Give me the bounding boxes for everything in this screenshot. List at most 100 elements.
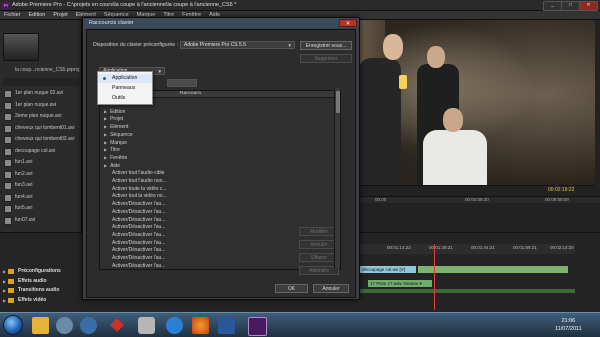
shortcut-list-item[interactable]: Activer/Désactiver l'au... <box>112 201 165 207</box>
popup-item-tools[interactable]: Outils <box>98 94 152 103</box>
effects-folder[interactable]: ▶ Effets vidéo <box>3 296 81 305</box>
program-ruler[interactable]: 00:00 00:04:59:20 00:09:59:09 <box>345 196 600 203</box>
save-as-button[interactable]: Enregistrer sous... <box>300 41 352 50</box>
timeline-video-clip[interactable]: découpage col.avi [V] <box>360 266 416 273</box>
shortcut-list-item[interactable]: Activer/Désactiver l'au... <box>112 255 165 261</box>
bin-list-item[interactable]: cheveux qui tombent01.avi <box>4 124 80 133</box>
expand-triangle-icon[interactable]: ▶ <box>104 109 107 114</box>
shortcut-list-item[interactable]: Activer/Désactiver l'au... <box>112 232 165 238</box>
expand-triangle-icon[interactable]: ▶ <box>104 116 107 121</box>
expand-triangle-icon[interactable]: ▶ <box>104 163 107 168</box>
shortcut-list-item[interactable]: Activer tout l'audio cible <box>112 170 164 176</box>
expand-triangle-icon[interactable]: ▶ <box>3 288 6 293</box>
edit-shortcut-button[interactable]: Modifier <box>299 227 339 236</box>
firefox-icon[interactable] <box>192 317 209 334</box>
shortcut-list-item[interactable]: ▶ Marque <box>104 140 127 146</box>
video-file-icon <box>4 147 12 156</box>
shortcut-list-item[interactable]: ▶ Fenêtre <box>104 155 127 161</box>
timeline-playhead[interactable] <box>434 244 435 310</box>
bin-list-item[interactable]: fun2.avi <box>4 170 80 179</box>
bin-list-item[interactable]: fun1.avi <box>4 158 80 167</box>
second-man-face <box>427 46 445 68</box>
shortcut-list-item[interactable]: Activer/Désactiver l'au... <box>112 247 165 253</box>
video-file-icon <box>4 193 12 202</box>
popup-item-application[interactable]: Application <box>98 74 152 83</box>
shortcut-list-item[interactable]: Activer/Désactiver l'au... <box>112 263 165 269</box>
shortcut-list-item[interactable]: ▶ Titre <box>104 147 120 153</box>
media-icon[interactable] <box>56 317 73 334</box>
start-button[interactable] <box>3 315 23 335</box>
bin-item-label: fun2.avi <box>15 170 33 177</box>
bin-list-item[interactable]: 1er plan nuque.avi <box>4 101 80 110</box>
ok-button[interactable]: OK <box>275 284 308 293</box>
shortcut-list-item[interactable]: Activer/Désactiver l'au... <box>112 217 165 223</box>
video-file-icon <box>4 90 12 98</box>
expand-triangle-icon[interactable]: ▶ <box>3 269 6 274</box>
search-field[interactable] <box>167 79 197 87</box>
shortcut-list-item[interactable]: Activer/Désactiver l'au... <box>112 240 165 246</box>
shortcut-list-item[interactable]: Activer tout l'audio non... <box>112 178 167 184</box>
timeline-ruler[interactable]: 19:22 00:01:14:22 00:01:29:21 00:01:44:2… <box>345 244 575 254</box>
bin-list-item[interactable]: decoupage col.avi <box>4 147 80 156</box>
shortcut-list-item[interactable]: Activer toute la vidéo c... <box>112 186 166 192</box>
menu-item[interactable]: Edition <box>25 11 50 18</box>
timeline-audio-clip[interactable]: 17 Piste 17.wav :Niveau ▾ <box>368 280 432 287</box>
expand-triangle-icon[interactable]: ▶ <box>3 298 6 303</box>
shortcut-list-item[interactable]: ▶ Séquence <box>104 132 133 138</box>
popup-item-panels[interactable]: Panneaux <box>98 84 152 93</box>
word-icon[interactable] <box>218 317 235 334</box>
bin-list-item[interactable]: fun5.avi <box>4 204 80 213</box>
internet-explorer-icon[interactable] <box>166 317 183 334</box>
preset-dropdown[interactable]: Adobe Premiere Pro CS 5.5 ▼ <box>180 41 295 49</box>
bin-list-item[interactable]: 2eme plan nuque.avi <box>4 112 80 121</box>
expand-triangle-icon[interactable]: ▶ <box>3 279 6 284</box>
effects-folder[interactable]: ▶ Préconfigurations <box>3 267 81 276</box>
camera-icon[interactable] <box>138 317 155 334</box>
audio-waveform <box>360 289 575 293</box>
scrollbar-thumb[interactable] <box>336 91 340 113</box>
explorer-icon[interactable] <box>32 317 49 334</box>
expand-triangle-icon[interactable]: ▶ <box>104 124 107 129</box>
bin-item-label: fun5.avi <box>15 205 33 211</box>
premiere-taskbar-icon[interactable] <box>248 317 267 336</box>
shortcut-list-item[interactable]: ▶ Elément <box>104 124 128 130</box>
expand-triangle-icon[interactable]: ▶ <box>104 140 107 145</box>
close-button[interactable]: ✕ <box>579 1 598 11</box>
shortcut-item-label: Activer/Désactiver l'au... <box>112 255 166 261</box>
ruler-tick: 00:04:59:20 <box>465 197 489 202</box>
pin-icon[interactable] <box>109 317 125 333</box>
shortcut-item-label: Activer toute la vidéo c... <box>112 185 167 192</box>
timeline-video-clip-next[interactable] <box>418 266 568 273</box>
seated-man-face <box>443 108 463 132</box>
cancel-button[interactable]: Annuler <box>313 284 349 293</box>
shortcut-list-item[interactable]: Activer tout la vidéo no... <box>112 193 167 199</box>
dialog-close-button[interactable]: ✕ <box>339 19 357 27</box>
clear-shortcut-button[interactable]: Effacer <box>299 253 339 262</box>
player-icon[interactable] <box>80 317 97 334</box>
shortcut-list-item[interactable]: Activer/Désactiver l'au... <box>112 209 165 215</box>
bin-list-item[interactable]: fun4.avi <box>4 193 80 202</box>
menu-item[interactable]: Fichier <box>0 11 25 18</box>
shortcut-list-item[interactable]: ▶ Aide <box>104 163 120 169</box>
standing-man-face <box>383 34 403 60</box>
expand-triangle-icon[interactable]: ▶ <box>104 132 107 137</box>
effects-folder[interactable]: ▶ Effets audio <box>3 277 81 286</box>
shortcut-list-item[interactable]: ▶ Projet <box>104 116 123 122</box>
bin-list-item[interactable]: 1er plan nuque 02.avi <box>4 89 80 98</box>
expand-triangle-icon[interactable]: ▶ <box>104 147 107 152</box>
bin-list-item[interactable]: fun3.avi <box>4 181 80 190</box>
shortcut-list-item[interactable]: ▶ Edition <box>104 109 125 115</box>
delete-button[interactable]: Supprimer <box>300 54 352 63</box>
bin-list-item[interactable]: fun07.avi <box>4 216 80 225</box>
shortcut-item-label: Activer tout l'audio cible <box>112 170 165 177</box>
bin-list-item[interactable]: cheveux qui tombent02.avi <box>4 135 80 144</box>
minimize-button[interactable]: _ <box>543 1 562 11</box>
maximize-button[interactable]: □ <box>561 1 580 11</box>
menu-item[interactable]: Projet <box>49 11 71 18</box>
goto-shortcut-button[interactable]: Atteindre <box>299 266 339 275</box>
shortcut-list-item[interactable]: Activer/Désactiver l'au... <box>112 224 165 230</box>
effects-folder[interactable]: ▶ Transitions audio <box>3 286 81 295</box>
expand-triangle-icon[interactable]: ▶ <box>104 155 107 160</box>
undo-shortcut-button[interactable]: Annuler <box>299 240 339 249</box>
list-scrollbar[interactable] <box>334 88 340 268</box>
